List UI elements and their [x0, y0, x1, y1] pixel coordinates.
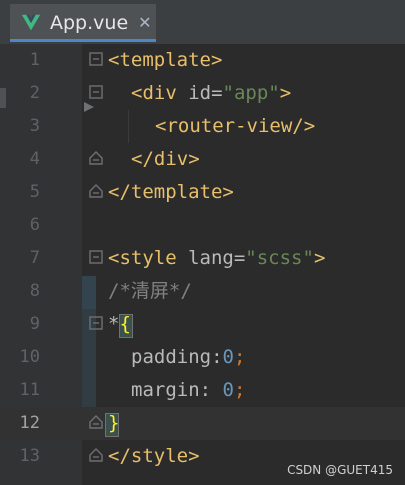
code-line: *{	[108, 308, 131, 341]
code-token: *	[108, 313, 120, 335]
code-token: </div>	[131, 148, 200, 170]
code-token: ;	[233, 379, 246, 401]
line-number: 11	[19, 380, 40, 400]
line-number: 9	[29, 314, 40, 334]
line-number: 6	[29, 215, 40, 235]
editor-tab-bar: App.vue ✕	[0, 0, 405, 45]
code-line: </style>	[108, 440, 200, 473]
code-line: <template>	[108, 44, 222, 77]
line-number: 13	[19, 446, 40, 466]
fold-end-icon[interactable]	[89, 448, 103, 462]
caret-arrow-icon	[84, 102, 94, 112]
code-token: margin	[131, 379, 200, 401]
code-token: "scss"	[245, 247, 314, 269]
code-token: id	[188, 82, 212, 104]
code-line: margin: 0;	[131, 374, 245, 407]
code-line: }	[108, 407, 119, 440]
fold-end-icon[interactable]	[89, 151, 103, 165]
tab-title: App.vue	[50, 12, 129, 34]
code-line: <router-view/>	[155, 110, 315, 143]
code-editor[interactable]: 1 2 3 4 5 6 7 8 9 10 11 12 13 <template>…	[0, 44, 405, 485]
fold-collapse-icon[interactable]	[89, 52, 103, 66]
code-token: <div	[131, 82, 189, 104]
code-token: <style	[108, 247, 189, 269]
line-number: 7	[29, 248, 40, 268]
active-tab-indicator	[10, 39, 156, 42]
vue-icon	[21, 14, 41, 31]
code-token: padding	[131, 346, 212, 368]
tab-app-vue[interactable]: App.vue ✕	[10, 4, 156, 42]
fold-collapse-icon[interactable]	[89, 250, 103, 264]
code-comment: /*清屏*/	[108, 280, 192, 302]
watermark: CSDN @GUET415	[287, 463, 393, 477]
code-line: <style lang="scss">	[108, 242, 325, 275]
line-number: 8	[29, 281, 40, 301]
fold-collapse-icon[interactable]	[89, 85, 103, 99]
code-token: "app"	[222, 82, 280, 104]
current-line-highlight	[0, 407, 405, 440]
line-number: 10	[19, 347, 40, 367]
code-line: /*清屏*/	[108, 275, 192, 308]
line-number: 2	[29, 83, 40, 103]
indent-guide	[128, 110, 129, 143]
code-token: =	[211, 82, 223, 104]
code-line: <div id="app">	[131, 77, 291, 110]
code-token: <router-view/>	[155, 115, 316, 137]
code-token: 0	[222, 379, 234, 401]
tab-bar-left-edge	[0, 0, 8, 44]
code-token: </template>	[108, 181, 234, 203]
line-number: 4	[29, 149, 40, 169]
code-token: >	[279, 82, 292, 104]
line-number: 3	[29, 116, 40, 136]
code-token: }	[108, 412, 120, 434]
code-token: {	[119, 313, 131, 335]
line-number: 1	[29, 50, 40, 70]
code-line: </div>	[131, 143, 200, 176]
code-token: =	[233, 247, 246, 269]
code-line: </template>	[108, 176, 234, 209]
change-marker	[82, 276, 96, 309]
code-token: :	[199, 379, 223, 401]
code-token: >	[313, 247, 326, 269]
code-token: <template>	[108, 49, 223, 71]
line-number-current: 12	[19, 413, 40, 433]
code-token: ;	[233, 346, 246, 368]
code-token: :	[211, 346, 223, 368]
code-token: lang	[188, 247, 234, 269]
close-icon[interactable]: ✕	[138, 15, 151, 31]
fold-collapse-icon[interactable]	[89, 316, 103, 330]
code-token: </style>	[108, 445, 200, 467]
fold-end-icon[interactable]	[89, 184, 103, 198]
fold-end-icon[interactable]	[89, 415, 103, 429]
line-number: 5	[29, 182, 40, 202]
code-line: padding:0;	[131, 341, 245, 374]
code-token: 0	[222, 346, 234, 368]
